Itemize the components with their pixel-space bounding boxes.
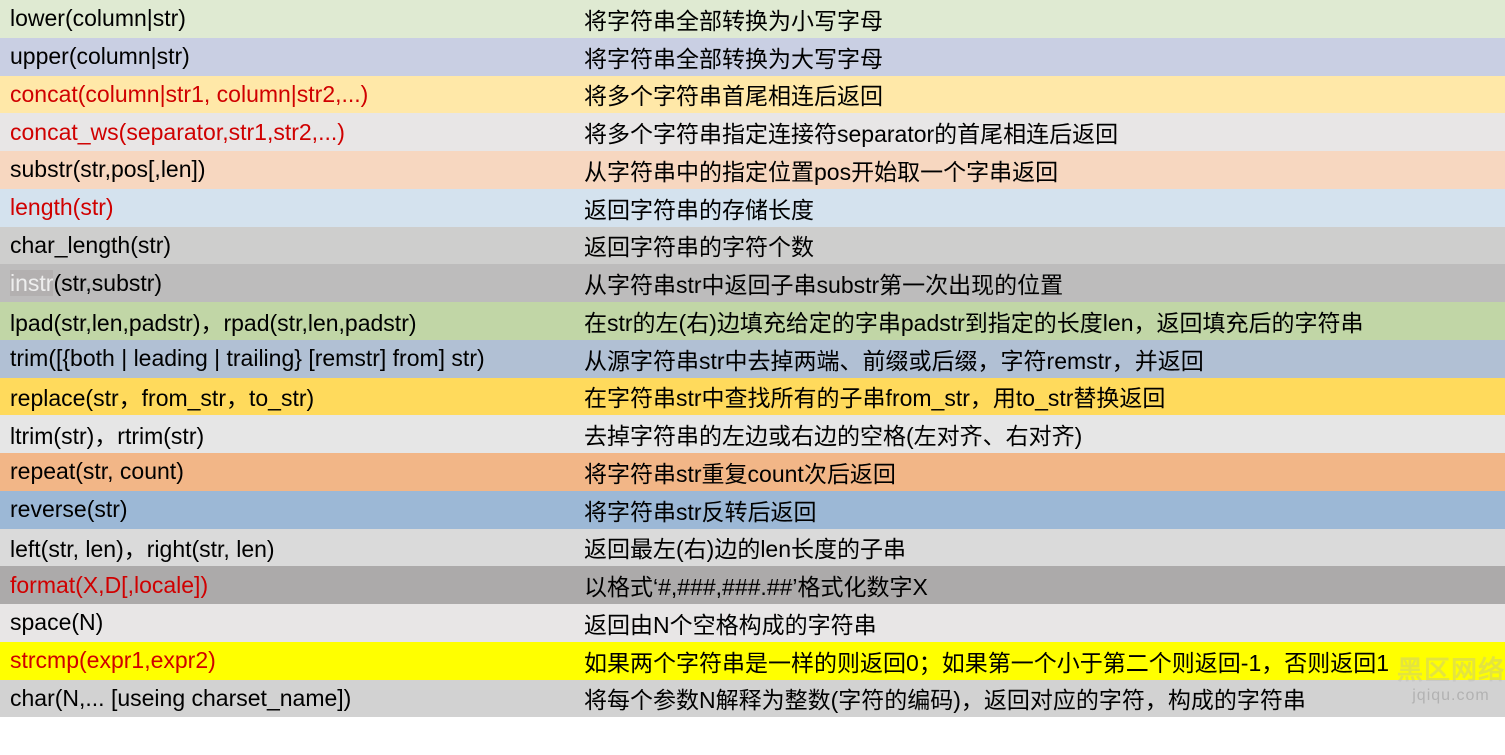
function-description: 从字符串中的指定位置pos开始取一个字串返回 [580, 153, 1505, 187]
function-signature: replace(str，from_str，to_str) [0, 379, 580, 413]
function-description: 将字符串str重复count次后返回 [580, 455, 1505, 489]
function-description: 在字符串str中查找所有的子串from_str，用to_str替换返回 [580, 379, 1505, 413]
function-description: 从字符串str中返回子串substr第一次出现的位置 [580, 266, 1505, 300]
table-row: lower(column|str)将字符串全部转换为小写字母 [0, 0, 1505, 38]
function-signature: lpad(str,len,padstr)，rpad(str,len,padstr… [0, 304, 580, 338]
table-row: instr(str,substr)从字符串str中返回子串substr第一次出现… [0, 264, 1505, 302]
table-row: concat(column|str1, column|str2,...)将多个字… [0, 76, 1505, 114]
function-signature: upper(column|str) [0, 43, 580, 70]
function-signature: format(X,D[,locale]) [0, 572, 580, 599]
function-description: 将多个字符串首尾相连后返回 [580, 77, 1505, 111]
function-description: 如果两个字符串是一样的则返回0；如果第一个小于第二个则返回-1，否则返回1 [580, 644, 1505, 678]
function-description: 返回字符串的存储长度 [580, 191, 1505, 225]
table-row: length(str)返回字符串的存储长度 [0, 189, 1505, 227]
table-row: format(X,D[,locale])以格式‘#,###,###.##’格式化… [0, 566, 1505, 604]
function-signature: ltrim(str)，rtrim(str) [0, 417, 580, 451]
function-description: 从源字符串str中去掉两端、前缀或后缀，字符remstr，并返回 [580, 342, 1505, 376]
table-row: ltrim(str)，rtrim(str)去掉字符串的左边或右边的空格(左对齐、… [0, 415, 1505, 453]
function-description: 将字符串str反转后返回 [580, 493, 1505, 527]
table-row: char(N,... [useing charset_name])将每个参数N解… [0, 680, 1505, 718]
function-signature: instr(str,substr) [0, 270, 580, 297]
table-row: repeat(str, count)将字符串str重复count次后返回 [0, 453, 1505, 491]
table-row: space(N)返回由N个空格构成的字符串 [0, 604, 1505, 642]
function-description: 在str的左(右)边填充给定的字串padstr到指定的长度len，返回填充后的字… [580, 304, 1505, 338]
function-description: 将字符串全部转换为大写字母 [580, 40, 1505, 74]
table-row: left(str, len)，right(str, len)返回最左(右)边的l… [0, 529, 1505, 567]
function-signature: length(str) [0, 194, 580, 221]
function-description: 将字符串全部转换为小写字母 [580, 2, 1505, 36]
table-row: trim([{both | leading | trailing} [remst… [0, 340, 1505, 378]
function-signature: char(N,... [useing charset_name]) [0, 685, 580, 712]
table-row: upper(column|str)将字符串全部转换为大写字母 [0, 38, 1505, 76]
table-row: replace(str，from_str，to_str)在字符串str中查找所有… [0, 378, 1505, 416]
function-signature: lower(column|str) [0, 5, 580, 32]
function-description: 将每个参数N解释为整数(字符的编码)，返回对应的字符，构成的字符串 [580, 681, 1505, 715]
function-description: 去掉字符串的左边或右边的空格(左对齐、右对齐) [580, 417, 1505, 451]
table-row: strcmp(expr1,expr2)如果两个字符串是一样的则返回0；如果第一个… [0, 642, 1505, 680]
function-description: 将多个字符串指定连接符separator的首尾相连后返回 [580, 115, 1505, 149]
function-signature: reverse(str) [0, 496, 580, 523]
table-row: reverse(str)将字符串str反转后返回 [0, 491, 1505, 529]
table-row: lpad(str,len,padstr)，rpad(str,len,padstr… [0, 302, 1505, 340]
table-row: substr(str,pos[,len])从字符串中的指定位置pos开始取一个字… [0, 151, 1505, 189]
function-suffix: (str,substr) [53, 270, 162, 296]
function-signature: strcmp(expr1,expr2) [0, 647, 580, 674]
function-signature: left(str, len)，right(str, len) [0, 530, 580, 564]
function-description: 以格式‘#,###,###.##’格式化数字X [580, 568, 1505, 602]
function-signature: char_length(str) [0, 232, 580, 259]
function-table: lower(column|str)将字符串全部转换为小写字母upper(colu… [0, 0, 1505, 717]
function-signature: concat_ws(separator,str1,str2,...) [0, 119, 580, 146]
function-signature: concat(column|str1, column|str2,...) [0, 81, 580, 108]
function-description: 返回最左(右)边的len长度的子串 [580, 530, 1505, 564]
table-row: char_length(str)返回字符串的字符个数 [0, 227, 1505, 265]
function-description: 返回字符串的字符个数 [580, 228, 1505, 262]
function-signature: substr(str,pos[,len]) [0, 156, 580, 183]
highlighted-text: instr [10, 270, 53, 296]
function-signature: repeat(str, count) [0, 458, 580, 485]
function-signature: trim([{both | leading | trailing} [remst… [0, 345, 580, 372]
function-description: 返回由N个空格构成的字符串 [580, 606, 1505, 640]
table-row: concat_ws(separator,str1,str2,...)将多个字符串… [0, 113, 1505, 151]
function-signature: space(N) [0, 609, 580, 636]
